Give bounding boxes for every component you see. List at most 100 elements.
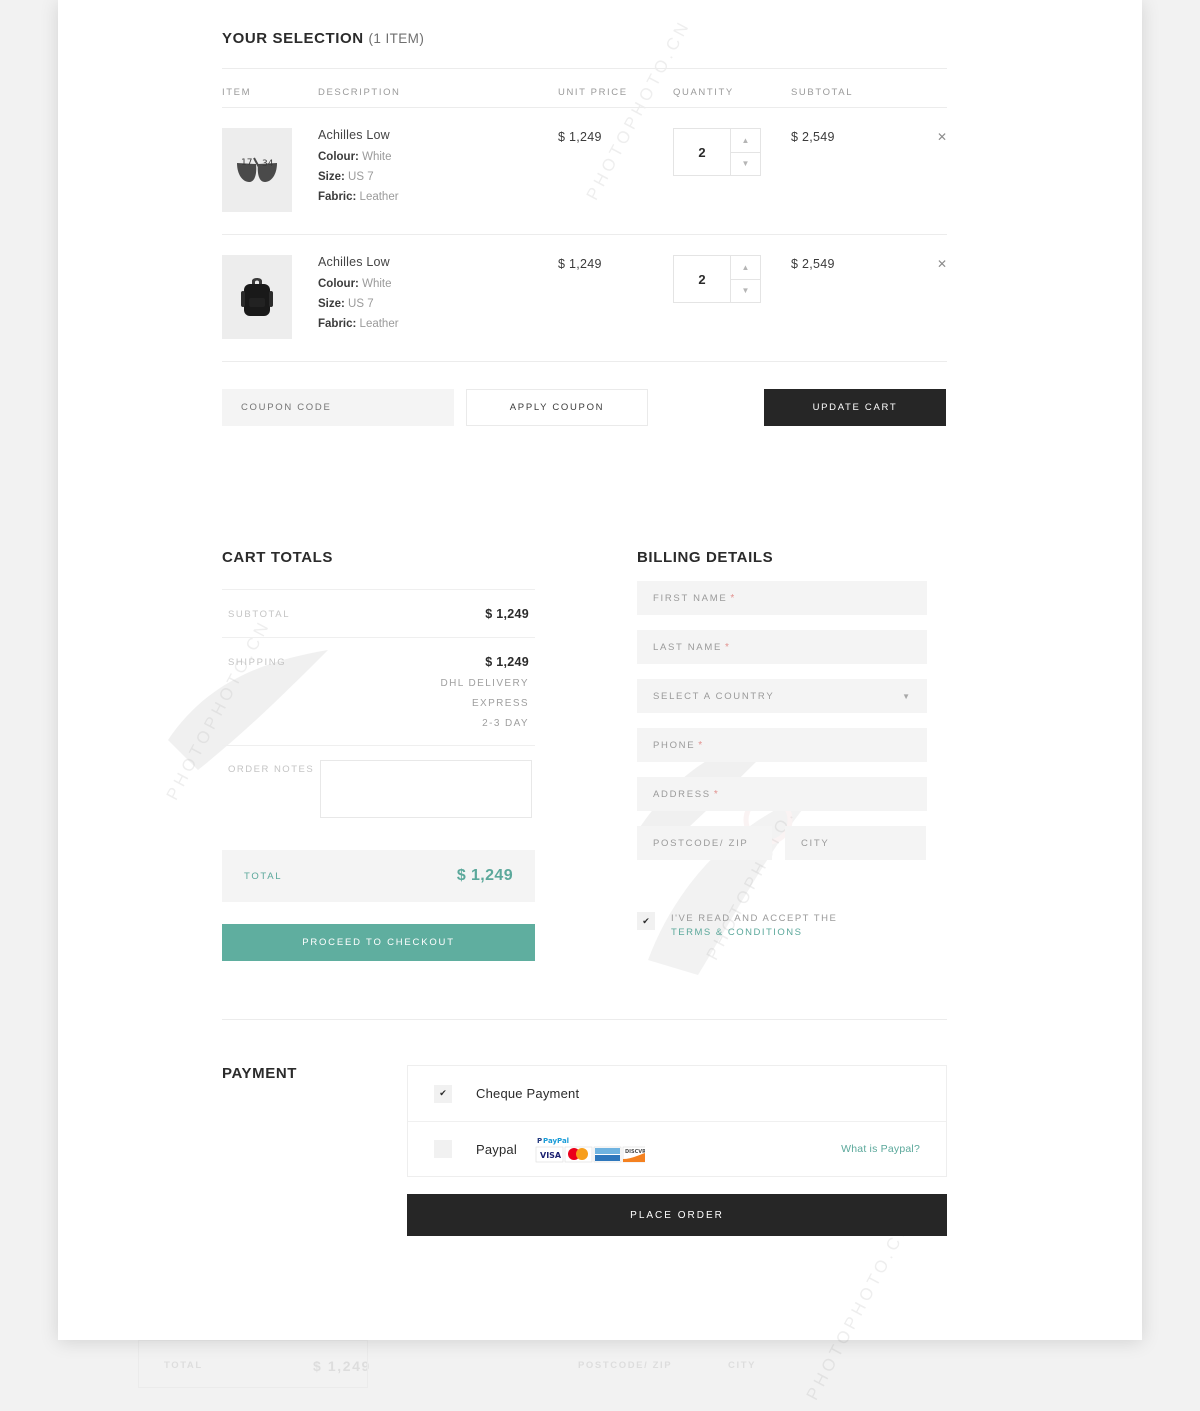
- address-field[interactable]: ADDRESS *: [637, 777, 927, 811]
- payment-options-panel: ✔ Cheque Payment ✔ Paypal P PayPal VISA: [407, 1065, 947, 1177]
- postcode-city-row: POSTCODE/ ZIP CITY: [637, 811, 927, 860]
- cart-totals-table: SUBTOTAL $ 1,249 SHIPPING $ 1,249 DHL DE…: [222, 589, 535, 818]
- product-colour: Colour: White: [318, 278, 392, 290]
- page-reflection: TOTAL $ 1,249 POSTCODE/ ZIP CITY: [58, 1338, 1142, 1411]
- payment-section: PAYMENT ✔ Cheque Payment ✔ Paypal P PayP…: [222, 1065, 947, 1177]
- place-order-button[interactable]: PLACE ORDER: [407, 1194, 947, 1236]
- svg-text:VISA: VISA: [540, 1151, 562, 1160]
- shipping-row: SHIPPING $ 1,249 DHL DELIVERY EXPRESS 2-…: [222, 637, 535, 745]
- quantity-stepper[interactable]: 2 ▲ ▼: [673, 128, 761, 176]
- first-name-field[interactable]: FIRST NAME *: [637, 581, 927, 615]
- product-unit-price: $ 1,249: [558, 257, 602, 271]
- billing-details-column: BILLING DETAILS FIRST NAME * LAST NAME *…: [637, 549, 927, 961]
- postcode-field[interactable]: POSTCODE/ ZIP: [637, 826, 772, 860]
- reflection-city-label: CITY: [728, 1360, 757, 1371]
- terms-acceptance-row[interactable]: ✔ I'VE READ AND ACCEPT THE TERMS & CONDI…: [637, 912, 927, 940]
- first-name-placeholder: FIRST NAME: [653, 592, 728, 604]
- shipping-method-line: EXPRESS: [471, 698, 529, 709]
- column-header-item: ITEM: [222, 87, 252, 98]
- cart-totals-column: CART TOTALS SUBTOTAL $ 1,249 SHIPPING $ …: [222, 549, 535, 961]
- svg-text:17: 17: [241, 158, 252, 168]
- payment-title: PAYMENT: [222, 1065, 298, 1082]
- subtotal-label: SUBTOTAL: [228, 609, 291, 620]
- checkout-content: YOUR SELECTION (1 ITEM) ITEM DESCRIPTION…: [222, 0, 947, 1236]
- terms-checkbox[interactable]: ✔: [637, 912, 655, 930]
- quantity-increment-icon[interactable]: ▲: [731, 256, 760, 280]
- reflection-postcode-label: POSTCODE/ ZIP: [578, 1360, 673, 1371]
- grand-total-box: TOTAL $ 1,249: [222, 850, 535, 902]
- quantity-increment-icon[interactable]: ▲: [731, 129, 760, 153]
- product-unit-price: $ 1,249: [558, 130, 602, 144]
- postcode-placeholder: POSTCODE/ ZIP: [653, 837, 749, 849]
- grand-total-value: $ 1,249: [456, 867, 513, 884]
- cart-totals-title: CART TOTALS: [222, 549, 334, 566]
- product-subtotal: $ 2,549: [791, 130, 835, 144]
- table-row: Achilles Low Colour: White Size: US 7 Fa…: [222, 235, 947, 362]
- last-name-field[interactable]: LAST NAME *: [637, 630, 927, 664]
- apply-coupon-button[interactable]: APPLY COUPON: [466, 389, 648, 426]
- reflection-total-box: [138, 1340, 368, 1388]
- column-header-quantity: QUANTITY: [673, 87, 734, 98]
- backpack-icon: [241, 278, 273, 316]
- cart-item-count: (1 ITEM): [368, 31, 425, 46]
- totals-billing-section: CART TOTALS SUBTOTAL $ 1,249 SHIPPING $ …: [222, 549, 947, 961]
- svg-text:PayPal: PayPal: [543, 1137, 569, 1145]
- city-placeholder: CITY: [801, 837, 830, 849]
- paypal-checkbox[interactable]: ✔: [434, 1140, 452, 1158]
- shipping-method-line: DHL DELIVERY: [440, 678, 529, 689]
- order-notes-textarea[interactable]: [320, 760, 532, 818]
- terms-line-1: I'VE READ AND ACCEPT THE: [671, 913, 838, 924]
- cart-table-header: ITEM DESCRIPTION UNIT PRICE QUANTITY SUB…: [222, 68, 947, 108]
- terms-text: I'VE READ AND ACCEPT THE TERMS & CONDITI…: [671, 912, 837, 940]
- remove-item-icon[interactable]: ✕: [901, 128, 947, 144]
- product-thumbnail[interactable]: 17 34: [222, 128, 292, 212]
- subtotal-value: $ 1,249: [485, 607, 529, 621]
- cheque-payment-checkbox[interactable]: ✔: [434, 1084, 452, 1103]
- product-thumbnail[interactable]: [222, 255, 292, 339]
- column-header-unit-price: UNIT PRICE: [558, 87, 628, 98]
- quantity-value[interactable]: 2: [674, 129, 730, 175]
- shipping-value: $ 1,249: [485, 655, 529, 669]
- order-notes-label: ORDER NOTES: [228, 764, 315, 775]
- required-marker: *: [698, 739, 703, 751]
- terms-and-conditions-link[interactable]: TERMS & CONDITIONS: [671, 927, 803, 938]
- what-is-paypal-link[interactable]: What is Paypal?: [841, 1143, 920, 1155]
- product-description: Achilles Low Colour: White Size: US 7 Fa…: [318, 128, 558, 211]
- product-description: Achilles Low Colour: White Size: US 7 Fa…: [318, 255, 558, 338]
- column-header-subtotal: SUBTOTAL: [791, 87, 854, 98]
- phone-field[interactable]: PHONE *: [637, 728, 927, 762]
- product-fabric: Fabric: Leather: [318, 191, 399, 203]
- coupon-row: APPLY COUPON UPDATE CART: [222, 389, 947, 426]
- product-colour: Colour: White: [318, 151, 392, 163]
- coupon-code-input[interactable]: [222, 389, 454, 426]
- table-row: 17 34 Achilles Low Colour: White Size: U…: [222, 108, 947, 235]
- proceed-to-checkout-button[interactable]: PROCEED TO CHECKOUT: [222, 924, 535, 961]
- shipping-method-line: 2-3 DAY: [482, 718, 529, 729]
- payment-option-paypal[interactable]: ✔ Paypal P PayPal VISA: [408, 1121, 946, 1176]
- product-size: Size: US 7: [318, 171, 374, 183]
- quantity-value[interactable]: 2: [674, 256, 730, 302]
- column-header-description: DESCRIPTION: [318, 87, 401, 98]
- sunglasses-icon: 17 34: [237, 157, 277, 182]
- remove-item-icon[interactable]: ✕: [901, 255, 947, 271]
- cart-section-title: YOUR SELECTION (1 ITEM): [222, 30, 425, 47]
- chevron-down-icon: ▼: [902, 691, 910, 701]
- quantity-decrement-icon[interactable]: ▼: [731, 153, 760, 176]
- quantity-stepper[interactable]: 2 ▲ ▼: [673, 255, 761, 303]
- product-name[interactable]: Achilles Low: [318, 255, 558, 269]
- update-cart-button[interactable]: UPDATE CART: [764, 389, 946, 426]
- country-select[interactable]: SELECT A COUNTRY ▼: [637, 679, 927, 713]
- product-name[interactable]: Achilles Low: [318, 128, 558, 142]
- payment-option-cheque[interactable]: ✔ Cheque Payment: [408, 1066, 946, 1121]
- order-notes-row: ORDER NOTES: [222, 745, 535, 818]
- country-placeholder: SELECT A COUNTRY: [653, 690, 775, 702]
- quantity-decrement-icon[interactable]: ▼: [731, 280, 760, 303]
- subtotal-row: SUBTOTAL $ 1,249: [222, 589, 535, 637]
- svg-text:34: 34: [262, 159, 274, 169]
- grand-total-label: TOTAL: [244, 870, 283, 882]
- product-size: Size: US 7: [318, 298, 374, 310]
- paypal-label: Paypal: [476, 1141, 517, 1157]
- city-field[interactable]: CITY: [785, 826, 926, 860]
- address-placeholder: ADDRESS: [653, 788, 711, 800]
- checkout-page-panel: PHOTOPHOTO.CN PHOTOPHOTO.CN PHOTOPHOTO.C…: [58, 0, 1142, 1403]
